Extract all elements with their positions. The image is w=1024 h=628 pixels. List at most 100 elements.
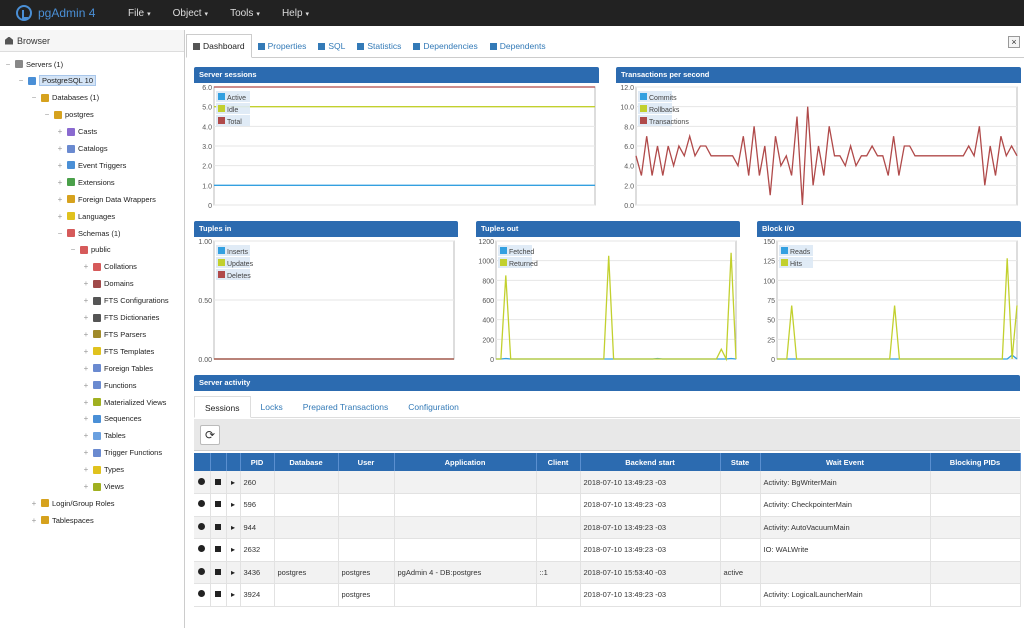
expand-icon[interactable]: + — [82, 279, 90, 288]
terminate-cell[interactable] — [194, 516, 211, 539]
terminate-cell[interactable] — [194, 538, 211, 562]
expand-icon[interactable]: + — [82, 330, 90, 339]
expand-icon[interactable]: + — [30, 499, 38, 508]
expand-row-icon[interactable]: ▸ — [230, 523, 237, 532]
column-header[interactable]: Backend start — [580, 453, 721, 471]
tree-node[interactable]: − public — [69, 242, 111, 258]
column-header[interactable]: Application — [394, 453, 537, 471]
tree-node[interactable]: + Views — [82, 479, 124, 495]
expand-icon[interactable]: + — [82, 296, 90, 305]
expand-icon[interactable]: + — [82, 381, 90, 390]
cancel-cell[interactable] — [210, 471, 227, 494]
expand-icon[interactable]: + — [82, 414, 90, 423]
tree-node[interactable]: + Sequences — [82, 411, 142, 427]
expand-icon[interactable]: + — [82, 448, 90, 457]
tree-node[interactable]: + FTS Templates — [82, 343, 155, 359]
table-row[interactable]: ▸ 260 2018-07-10 13:49:23 -03 Activity: BgW… — [194, 471, 1021, 494]
table-row[interactable]: ▸ 3924 postgres 2018-07-10 13:49:23 -03 Acti… — [194, 583, 1021, 607]
column-header[interactable]: Client — [536, 453, 581, 471]
tree-node[interactable]: + Catalogs — [56, 141, 108, 157]
tree-node[interactable]: + Domains — [82, 276, 134, 292]
expand-row-icon[interactable]: ▸ — [230, 500, 237, 509]
tree-node[interactable]: + Login/Group Roles — [30, 495, 115, 511]
expand-icon[interactable]: + — [56, 161, 64, 170]
expand-cell[interactable]: ▸ — [226, 561, 241, 584]
expand-cell[interactable]: ▸ — [226, 493, 241, 517]
tab-sql[interactable]: SQL — [312, 35, 351, 57]
terminate-cell[interactable] — [194, 561, 211, 584]
cancel-cell[interactable] — [210, 561, 227, 584]
collapse-icon[interactable]: − — [30, 93, 38, 102]
terminate-session-icon[interactable] — [198, 590, 206, 598]
column-header[interactable]: User — [338, 453, 395, 471]
expand-icon[interactable]: + — [82, 431, 90, 440]
cancel-cell[interactable] — [210, 493, 227, 517]
tree-node[interactable]: + Types — [82, 462, 124, 478]
tree-node[interactable]: + Materialized Views — [82, 394, 167, 410]
close-panel-button[interactable]: × — [1008, 36, 1020, 48]
tree-node[interactable]: − Servers (1) — [4, 56, 63, 72]
tab-dependents[interactable]: Dependents — [484, 35, 552, 57]
column-header[interactable]: Wait Event — [760, 453, 931, 471]
table-row[interactable]: ▸ 596 2018-07-10 13:49:23 -03 Activity: Che… — [194, 493, 1021, 517]
cancel-cell[interactable] — [210, 516, 227, 539]
expand-icon[interactable]: + — [56, 195, 64, 204]
terminate-cell[interactable] — [194, 471, 211, 494]
tree-node[interactable]: + Foreign Data Wrappers — [56, 191, 156, 207]
expand-icon[interactable]: + — [56, 127, 64, 136]
menu-object[interactable]: Object ▾ — [173, 8, 208, 19]
table-row[interactable]: ▸ 2632 2018-07-10 13:49:23 -03 IO: WALWrite — [194, 538, 1021, 562]
tab-sessions[interactable]: Sessions — [194, 396, 251, 418]
expand-icon[interactable]: + — [82, 465, 90, 474]
tree-node[interactable]: − Databases (1) — [30, 90, 99, 106]
cancel-query-icon[interactable] — [215, 478, 221, 485]
cancel-query-icon[interactable] — [215, 523, 221, 530]
terminate-session-icon[interactable] — [198, 500, 206, 508]
table-row[interactable]: ▸ 944 2018-07-10 13:49:23 -03 Activity: Aut… — [194, 516, 1021, 539]
tree-node[interactable]: + Foreign Tables — [82, 360, 153, 376]
collapse-icon[interactable]: − — [43, 110, 51, 119]
expand-row-icon[interactable]: ▸ — [230, 545, 237, 554]
column-header[interactable]: Database — [274, 453, 339, 471]
menu-file[interactable]: File ▾ — [128, 8, 151, 19]
cancel-cell[interactable] — [210, 583, 227, 607]
cancel-query-icon[interactable] — [215, 501, 221, 508]
terminate-cell[interactable] — [194, 583, 211, 607]
terminate-cell[interactable] — [194, 493, 211, 517]
expand-icon[interactable]: + — [56, 212, 64, 221]
expand-row-icon[interactable]: ▸ — [230, 590, 237, 599]
tab-statistics[interactable]: Statistics — [351, 35, 407, 57]
refresh-button[interactable]: ⟳ — [200, 425, 220, 445]
expand-icon[interactable]: + — [56, 144, 64, 153]
expand-icon[interactable]: + — [30, 516, 38, 525]
menu-help[interactable]: Help ▾ — [282, 8, 309, 19]
column-header[interactable]: State — [720, 453, 761, 471]
expand-cell[interactable]: ▸ — [226, 516, 241, 539]
tree-node[interactable]: + FTS Configurations — [82, 293, 169, 309]
expand-icon[interactable]: + — [82, 482, 90, 491]
collapse-icon[interactable]: − — [17, 76, 25, 85]
expand-row-icon[interactable]: ▸ — [230, 478, 237, 487]
tree-node[interactable]: + Extensions — [56, 174, 115, 190]
tree-node[interactable]: + Tables — [82, 428, 126, 444]
tree-node[interactable]: + Trigger Functions — [82, 445, 162, 461]
menu-tools[interactable]: Tools ▾ — [230, 8, 260, 19]
tree-node[interactable]: − Schemas (1) — [56, 225, 121, 241]
tree-node[interactable]: + Tablespaces — [30, 512, 94, 528]
tab-properties[interactable]: Properties — [252, 35, 313, 57]
cancel-query-icon[interactable] — [215, 591, 221, 598]
expand-icon[interactable]: + — [82, 262, 90, 271]
terminate-session-icon[interactable] — [198, 477, 206, 485]
collapse-icon[interactable]: − — [69, 245, 77, 254]
tab-configuration[interactable]: Configuration — [398, 396, 469, 417]
tree-node[interactable]: + Collations — [82, 259, 137, 275]
tab-prepared-transactions[interactable]: Prepared Transactions — [293, 396, 399, 417]
tree-node[interactable]: − postgres — [43, 107, 94, 123]
tree-node[interactable]: + Languages — [56, 208, 115, 224]
terminate-session-icon[interactable] — [198, 567, 206, 575]
cancel-query-icon[interactable] — [215, 568, 221, 575]
expand-cell[interactable]: ▸ — [226, 538, 241, 562]
cancel-query-icon[interactable] — [215, 546, 221, 553]
tab-dashboard[interactable]: Dashboard — [186, 34, 252, 58]
tree-node[interactable]: + FTS Dictionaries — [82, 310, 160, 326]
